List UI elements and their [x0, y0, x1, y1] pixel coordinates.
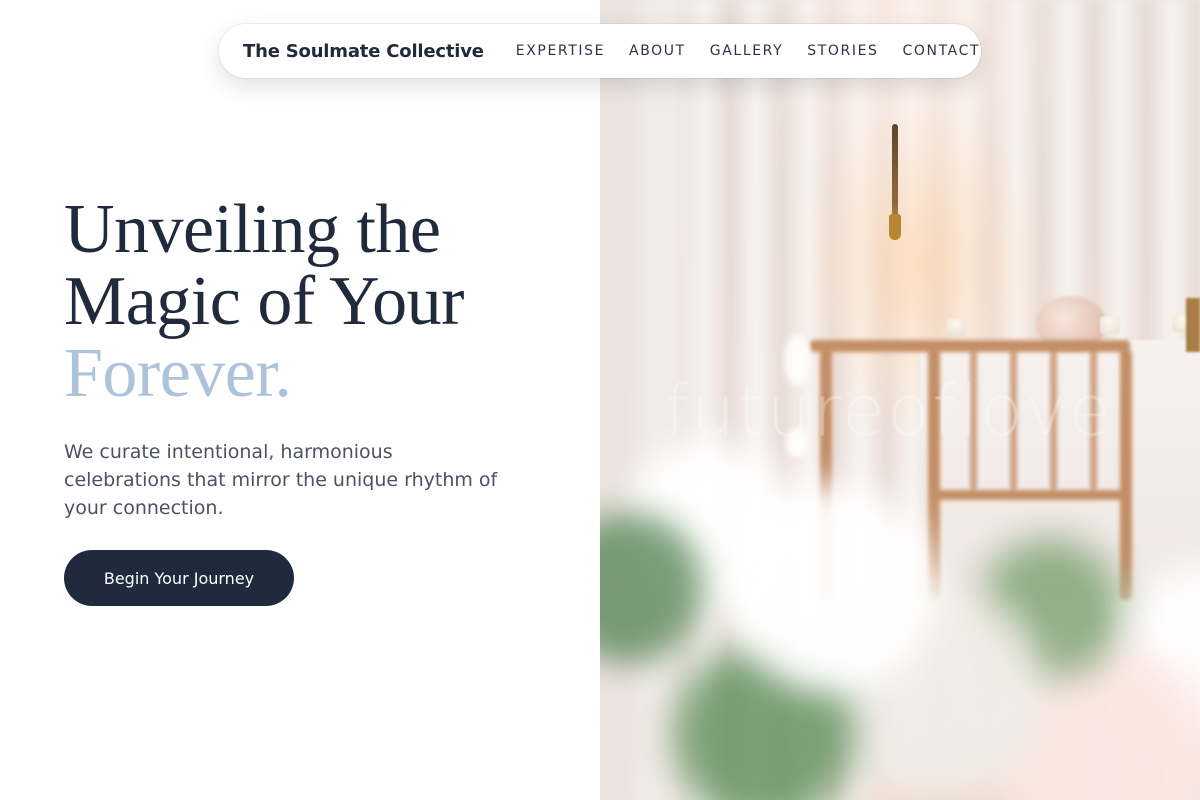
headline-accent: Forever.	[64, 335, 292, 412]
top-nav: The Soulmate Collective EXPERTISE ABOUT …	[219, 24, 981, 78]
foreground-flowers	[600, 420, 1200, 800]
curtain-tieback	[889, 124, 901, 240]
nav-link-expertise[interactable]: EXPERTISE	[516, 43, 605, 59]
begin-journey-button[interactable]: Begin Your Journey	[64, 550, 294, 606]
headline-line-1: Unveiling the	[64, 191, 441, 268]
table-frame	[1186, 298, 1200, 352]
candle	[1100, 316, 1120, 334]
candle	[946, 318, 966, 336]
hero-headline: Unveiling the Magic of Your Forever.	[64, 194, 584, 410]
hero-subtext: We curate intentional, harmonious celebr…	[64, 441, 498, 519]
nav-links: EXPERTISE ABOUT GALLERY STORIES CONTACT	[516, 43, 980, 59]
brand-logo-link[interactable]: The Soulmate Collective	[243, 41, 484, 62]
nav-link-contact[interactable]: CONTACT	[903, 43, 981, 59]
nav-link-stories[interactable]: STORIES	[807, 43, 878, 59]
hero-image: futureoflove	[600, 0, 1200, 800]
nav-link-about[interactable]: ABOUT	[629, 43, 686, 59]
hero-copy: Unveiling the Magic of Your Forever. We …	[64, 194, 584, 522]
headline-line-2: Magic of Your	[64, 263, 464, 340]
nav-link-gallery[interactable]: GALLERY	[710, 43, 783, 59]
